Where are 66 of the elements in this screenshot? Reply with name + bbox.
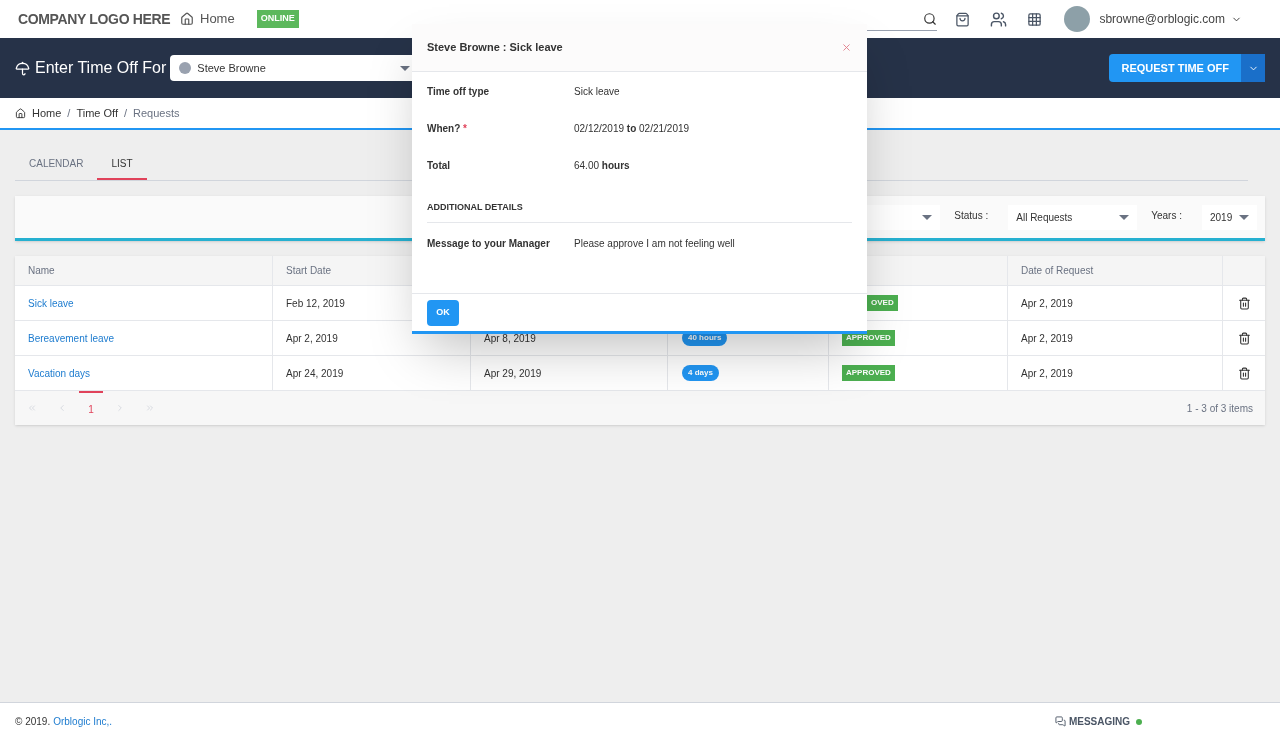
delete-icon[interactable] — [1237, 331, 1251, 345]
status-label: Status : — [954, 208, 989, 223]
field-value: 64.00 hours — [574, 158, 630, 173]
column-header: Date of Request — [1021, 264, 1094, 278]
field-label: Time off type — [427, 84, 491, 99]
people-icon[interactable] — [990, 10, 1008, 28]
bag-icon[interactable] — [955, 11, 971, 27]
close-icon[interactable] — [841, 42, 852, 53]
request-date: Apr 2, 2019 — [1021, 296, 1073, 311]
dropdown-caret-icon — [922, 214, 933, 220]
chat-icon — [1054, 716, 1066, 727]
breadcrumb-link[interactable]: Requests — [133, 104, 180, 122]
user-avatar[interactable] — [1064, 6, 1091, 32]
user-email[interactable]: sbrowne@orblogic.com — [1099, 10, 1225, 28]
section-heading: ADDITIONAL DETAILS — [427, 200, 523, 214]
request-date: Apr 2, 2019 — [1021, 366, 1073, 381]
dropdown-caret-icon — [1239, 214, 1249, 220]
start-date: Apr 2, 2019 — [286, 331, 338, 346]
status-select[interactable]: All Requests — [1008, 204, 1138, 230]
years-label: Years : — [1151, 208, 1182, 223]
end-date: Apr 29, 2019 — [484, 366, 542, 381]
company-logo: COMPANY LOGO HERE — [18, 9, 172, 29]
field-value: Sick leave — [574, 84, 620, 99]
page-number[interactable]: 1 — [79, 390, 103, 426]
home-icon — [15, 107, 26, 119]
breadcrumb-link[interactable]: Time Off — [76, 104, 118, 122]
dropdown-caret-icon — [1119, 214, 1130, 220]
start-date: Apr 24, 2019 — [286, 366, 344, 381]
request-link[interactable]: Bereavement leave — [28, 330, 115, 346]
messaging-link[interactable]: MESSAGING — [1068, 714, 1130, 729]
online-badge: ONLINE — [256, 10, 299, 28]
duration-pill: 4 days — [682, 365, 719, 381]
request-link[interactable]: Vacation days — [28, 365, 91, 381]
umbrella-icon — [15, 60, 30, 76]
apps-grid-icon[interactable] — [1027, 11, 1043, 27]
pager-summary: 1 - 3 of 3 items — [1186, 401, 1253, 416]
start-date: Feb 12, 2019 — [286, 296, 345, 311]
employee-name: Steve Browne — [197, 60, 267, 76]
request-link[interactable]: Sick leave — [28, 295, 74, 311]
field-label: Message to your Manager — [427, 236, 551, 251]
tab[interactable]: CALENDAR — [15, 148, 98, 180]
field-label: When? * — [427, 121, 468, 136]
tab[interactable]: LIST — [97, 148, 147, 180]
copyright-text: © 2019. — [15, 715, 51, 729]
status-badge: OVED — [867, 295, 898, 311]
home-link[interactable]: Home — [180, 9, 235, 29]
status-badge: APPROVED — [842, 365, 895, 381]
request-date: Apr 2, 2019 — [1021, 331, 1073, 346]
breadcrumb-separator: / — [67, 105, 71, 121]
end-date: Apr 8, 2019 — [484, 331, 536, 346]
column-header: Start Date — [286, 264, 332, 278]
column-header: Name — [28, 264, 55, 278]
home-icon — [180, 12, 194, 26]
breadcrumb-link[interactable]: Home — [32, 104, 62, 122]
field-label: Total — [427, 158, 452, 173]
dialog-title: Steve Browne : Sick leave — [427, 40, 564, 56]
search-icon — [923, 11, 938, 26]
breadcrumb-separator: / — [123, 105, 128, 121]
company-link[interactable]: Orblogic Inc,. — [53, 714, 113, 729]
employee-avatar — [179, 62, 192, 74]
banner-title: Enter Time Off For — [35, 58, 167, 78]
delete-icon[interactable] — [1237, 296, 1251, 310]
delete-icon[interactable] — [1237, 366, 1251, 380]
field-value: 02/12/2019 to 02/21/2019 — [574, 121, 690, 136]
years-select[interactable]: 2019 — [1202, 204, 1257, 230]
field-value: Please approve I am not feeling well — [574, 236, 735, 251]
